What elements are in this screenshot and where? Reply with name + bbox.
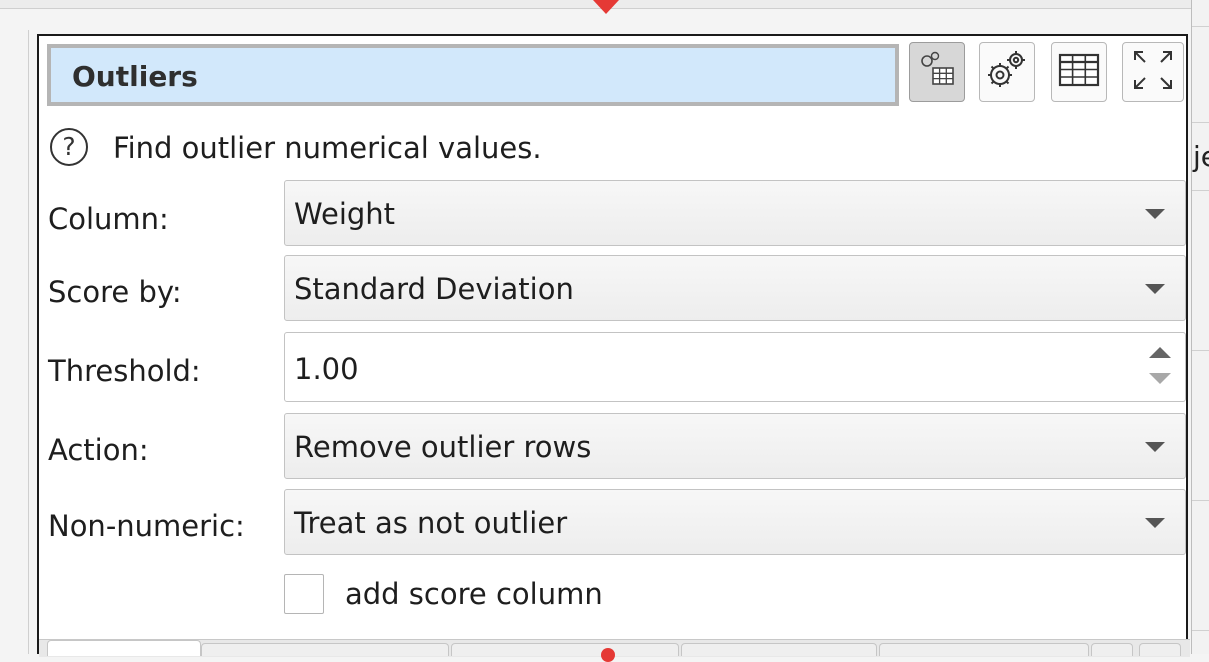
gears-table-icon bbox=[916, 49, 958, 95]
clipped-cell-text: je bbox=[1193, 140, 1209, 173]
chevron-down-icon bbox=[1145, 209, 1165, 219]
drop-indicator-arrow bbox=[593, 0, 619, 14]
table-view-button[interactable] bbox=[1051, 42, 1107, 102]
panel-title: Outliers bbox=[72, 60, 198, 93]
score-by-label: Score by: bbox=[48, 275, 182, 309]
non-numeric-label: Non-numeric: bbox=[48, 509, 245, 543]
chevron-down-icon bbox=[1145, 442, 1165, 452]
outliers-panel: Outliers ? Find outlier numerical values… bbox=[37, 34, 1190, 662]
score-by-select-value: Standard Deviation bbox=[294, 272, 574, 306]
chevron-down-icon bbox=[1145, 518, 1165, 528]
spin-up-icon[interactable] bbox=[1149, 347, 1171, 358]
column-select-value: Weight bbox=[294, 197, 396, 231]
tab-2[interactable] bbox=[201, 643, 449, 656]
settings-button[interactable] bbox=[979, 42, 1035, 102]
gears-table-button[interactable] bbox=[909, 42, 965, 102]
panel-description: Find outlier numerical values. bbox=[113, 131, 542, 165]
gears-icon bbox=[984, 47, 1030, 97]
non-numeric-select[interactable]: Treat as not outlier bbox=[284, 489, 1186, 555]
spin-down-icon[interactable] bbox=[1149, 373, 1171, 384]
expand-arrows-icon bbox=[1131, 48, 1175, 96]
tab-indicator-dot bbox=[601, 648, 615, 662]
tab-4[interactable] bbox=[681, 643, 877, 656]
tab-scroll-right[interactable] bbox=[1139, 643, 1181, 656]
action-select[interactable]: Remove outlier rows bbox=[284, 413, 1186, 479]
column-label: Column: bbox=[48, 202, 169, 236]
background-divider bbox=[28, 30, 29, 654]
action-label: Action: bbox=[48, 433, 149, 467]
chevron-down-icon bbox=[1145, 284, 1165, 294]
column-select[interactable]: Weight bbox=[284, 180, 1186, 246]
non-numeric-select-value: Treat as not outlier bbox=[294, 506, 568, 540]
action-select-value: Remove outlier rows bbox=[294, 430, 592, 464]
help-icon[interactable]: ? bbox=[50, 128, 88, 166]
panel-title-bar[interactable]: Outliers bbox=[47, 44, 899, 106]
table-icon bbox=[1057, 50, 1101, 94]
maximize-button[interactable] bbox=[1122, 42, 1184, 102]
add-score-column-label[interactable]: add score column bbox=[345, 577, 603, 611]
threshold-spinner[interactable]: 1.00 bbox=[284, 332, 1186, 402]
tab-3[interactable] bbox=[451, 643, 679, 656]
tab-scroll-left[interactable] bbox=[1091, 643, 1133, 656]
add-score-column-checkbox[interactable] bbox=[284, 574, 324, 614]
tab-5[interactable] bbox=[879, 643, 1089, 656]
threshold-value: 1.00 bbox=[294, 352, 359, 386]
background-table-edge: je bbox=[1191, 0, 1209, 654]
threshold-label: Threshold: bbox=[48, 354, 201, 388]
score-by-select[interactable]: Standard Deviation bbox=[284, 255, 1186, 321]
